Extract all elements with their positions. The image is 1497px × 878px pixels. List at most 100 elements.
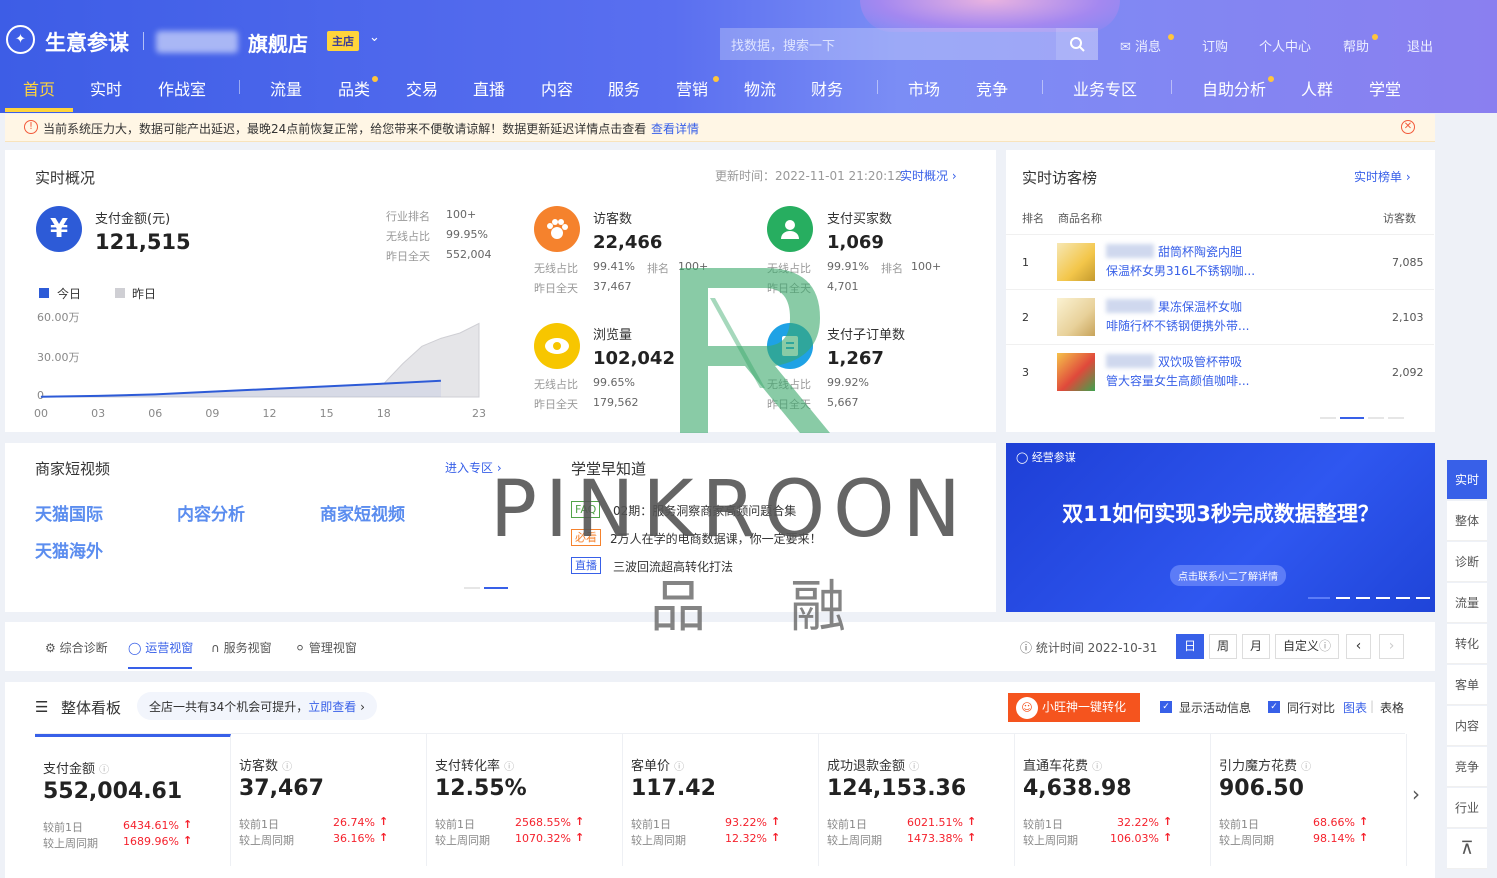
brand-title[interactable]: 生意参谋 — [45, 27, 129, 57]
kpi-card[interactable]: 访客数 ⓘ 37,467 较前1日 26.74% ↑ 较上周同期 36.16% ↑ — [231, 734, 427, 866]
shop-name[interactable]: 旗舰店 — [248, 28, 308, 57]
product-thumbnail[interactable] — [1057, 353, 1095, 391]
side-tab-industry[interactable]: 行业 — [1447, 788, 1487, 828]
video-link-merchant-video[interactable]: 商家短视频 — [320, 500, 405, 525]
view-chart-toggle[interactable]: 图表 — [1343, 699, 1367, 716]
product-name-line1[interactable]: 果冻保温杯女咖 — [1158, 298, 1242, 315]
chevron-down-icon[interactable]: ⌄ — [369, 30, 380, 45]
table-row[interactable]: 3 双饮吸管杯带吸 管大容量女生高颜值咖啡... 2,092 — [1006, 344, 1434, 399]
compass-logo-icon[interactable]: ✦ — [6, 25, 35, 54]
pager-dot[interactable] — [1376, 597, 1390, 599]
product-name-line2[interactable]: 保温杯女男316L不锈钢咖... — [1106, 262, 1255, 279]
next-date-button[interactable]: › — [1379, 634, 1404, 659]
pager-dot[interactable] — [464, 587, 480, 589]
subscribe-link[interactable]: 订购 — [1202, 36, 1228, 55]
kpi-card[interactable]: 直通车花费 ⓘ 4,638.98 较前1日 32.22% ↑ 较上周同期 106.03% ↑ — [1015, 734, 1211, 866]
school-item[interactable]: 三波回流超高转化打法 — [613, 558, 733, 575]
realtime-overview-link[interactable]: 实时概况 › — [900, 167, 957, 184]
nav-trade[interactable]: 交易 — [406, 76, 438, 100]
back-to-top-icon[interactable]: ⊼ — [1447, 829, 1487, 869]
product-thumbnail[interactable] — [1057, 298, 1095, 336]
period-month-button[interactable]: 月 — [1242, 634, 1270, 659]
product-thumbnail[interactable] — [1057, 243, 1095, 281]
side-tab-traffic[interactable]: 流量 — [1447, 583, 1487, 623]
help-link[interactable]: 帮助 — [1343, 36, 1369, 55]
tab-operation[interactable]: ◯ 运营视窗 — [128, 639, 193, 656]
nav-home[interactable]: 首页 — [23, 76, 55, 100]
nav-category[interactable]: 品类 — [338, 76, 370, 100]
close-icon[interactable]: ✕ — [1401, 120, 1415, 134]
nav-traffic[interactable]: 流量 — [270, 76, 302, 100]
next-kpi-arrow[interactable]: › — [1412, 782, 1420, 806]
nav-content[interactable]: 内容 — [541, 76, 573, 100]
nav-competition[interactable]: 竞争 — [976, 76, 1008, 100]
product-name-line1[interactable]: 甜筒杯陶瓷内胆 — [1158, 243, 1242, 260]
side-tab-realtime[interactable]: 实时 — [1447, 460, 1487, 500]
tab-management[interactable]: ⚪ 管理视窗 — [295, 639, 357, 656]
peer-compare-checkbox[interactable]: ✓ — [1268, 701, 1280, 713]
video-link-tmall-intl[interactable]: 天猫国际 — [35, 500, 103, 525]
nav-finance[interactable]: 财务 — [811, 76, 843, 100]
banner-cta[interactable]: 点击联系小二了解详情 — [1170, 565, 1286, 586]
side-tab-content[interactable]: 内容 — [1447, 706, 1487, 746]
nav-market[interactable]: 市场 — [908, 76, 940, 100]
nav-self-analysis[interactable]: 自助分析 — [1202, 76, 1266, 100]
pager-dot[interactable] — [1368, 417, 1384, 419]
pager-dot[interactable] — [1416, 597, 1430, 599]
kpi-card[interactable]: 引力魔方花费 ⓘ 906.50 较前1日 68.66% ↑ 较上周同期 98.14% ↑ — [1211, 734, 1407, 866]
nav-logistics[interactable]: 物流 — [744, 76, 776, 100]
period-day-button[interactable]: 日 — [1176, 634, 1204, 659]
school-item[interactable]: 02期：服务洞察商家高频问题合集 — [613, 502, 796, 519]
side-tab-overall[interactable]: 整体 — [1447, 501, 1487, 541]
nav-business-zone[interactable]: 业务专区 — [1073, 76, 1137, 100]
nav-crowd[interactable]: 人群 — [1301, 76, 1333, 100]
pager-dot[interactable] — [1336, 597, 1350, 599]
side-tab-competition[interactable]: 竞争 — [1447, 747, 1487, 787]
kpi-card[interactable]: 支付转化率 ⓘ 12.55% 较前1日 2568.55% ↑ 较上周同期 1070.32% ↑ — [427, 734, 623, 866]
show-activity-checkbox[interactable]: ✓ — [1160, 701, 1172, 713]
message-link[interactable]: ✉ 消息 — [1120, 36, 1161, 55]
tab-service[interactable]: ∩ 服务视窗 — [211, 639, 272, 656]
view-table-toggle[interactable]: 表格 — [1380, 699, 1404, 716]
pager-dot-active[interactable] — [1340, 417, 1364, 419]
kpi-card[interactable]: 支付金额 ⓘ 552,004.61 较前1日 6434.61% ↑ 较上周同期 1689.9… — [35, 734, 231, 866]
product-name-line1[interactable]: 双饮吸管杯带吸 — [1158, 353, 1242, 370]
nav-school[interactable]: 学堂 — [1369, 76, 1401, 100]
nav-marketing[interactable]: 营销 — [676, 76, 708, 100]
search-button[interactable] — [1056, 28, 1098, 60]
pager-dot[interactable] — [1320, 417, 1336, 419]
side-tab-diagnosis[interactable]: 诊断 — [1447, 542, 1487, 582]
view-now-link[interactable]: 立即查看 — [308, 700, 356, 714]
period-custom-button[interactable]: 自定义ⓘ — [1275, 634, 1339, 659]
pager-dot[interactable] — [1396, 597, 1410, 599]
enter-zone-link[interactable]: 进入专区 › — [445, 459, 502, 476]
table-row[interactable]: 1 甜筒杯陶瓷内胆 保温杯女男316L不锈钢咖... 7,085 — [1006, 234, 1434, 289]
tab-diagnosis[interactable]: ⚙ 综合诊断 — [45, 639, 108, 656]
pager-dot[interactable] — [1388, 417, 1404, 419]
side-tab-unit-price[interactable]: 客单 — [1447, 665, 1487, 705]
search-input[interactable]: 找数据，搜索一下 — [720, 28, 1056, 60]
nav-realtime[interactable]: 实时 — [90, 76, 122, 100]
promo-banner[interactable]: ◯ 经营参谋 双11如何实现3秒完成数据整理？ 点击联系小二了解详情 — [1006, 443, 1435, 612]
side-tab-conversion[interactable]: 转化 — [1447, 624, 1487, 664]
product-name-line2[interactable]: 管大容量女生高颜值咖啡... — [1106, 372, 1249, 389]
table-row[interactable]: 2 果冻保温杯女咖 啡随行杯不锈钢便携外带... 2,103 — [1006, 289, 1434, 344]
kpi-card[interactable]: 成功退款金额 ⓘ 124,153.36 较前1日 6021.51% ↑ 较上周同期 1473… — [819, 734, 1015, 866]
prev-date-button[interactable]: ‹ — [1346, 634, 1371, 659]
logout-link[interactable]: 退出 — [1407, 36, 1433, 55]
personal-center-link[interactable]: 个人中心 — [1259, 36, 1311, 55]
kpi-card[interactable]: 客单价 ⓘ 117.42 较前1日 93.22% ↑ 较上周同期 12.32% ↑ — [623, 734, 819, 866]
nav-service[interactable]: 服务 — [608, 76, 640, 100]
pager-dot-active[interactable] — [484, 587, 508, 589]
period-week-button[interactable]: 周 — [1209, 634, 1237, 659]
opportunity-hint[interactable]: 全店一共有34个机会可提升，立即查看 › — [137, 692, 377, 720]
product-name-line2[interactable]: 啡随行杯不锈钢便携外带... — [1106, 317, 1249, 334]
pager-dot[interactable] — [1308, 597, 1330, 599]
nav-live[interactable]: 直播 — [473, 76, 505, 100]
visitor-rank-link[interactable]: 实时榜单 › — [1354, 168, 1411, 185]
notice-detail-link[interactable]: 查看详情 — [651, 120, 699, 137]
video-link-content-analysis[interactable]: 内容分析 — [177, 500, 245, 525]
pager-dot[interactable] — [1356, 597, 1370, 599]
school-item[interactable]: 2万人在学的电商数据课，你一定要来！ — [610, 530, 822, 547]
video-link-tmall-overseas[interactable]: 天猫海外 — [35, 537, 103, 562]
